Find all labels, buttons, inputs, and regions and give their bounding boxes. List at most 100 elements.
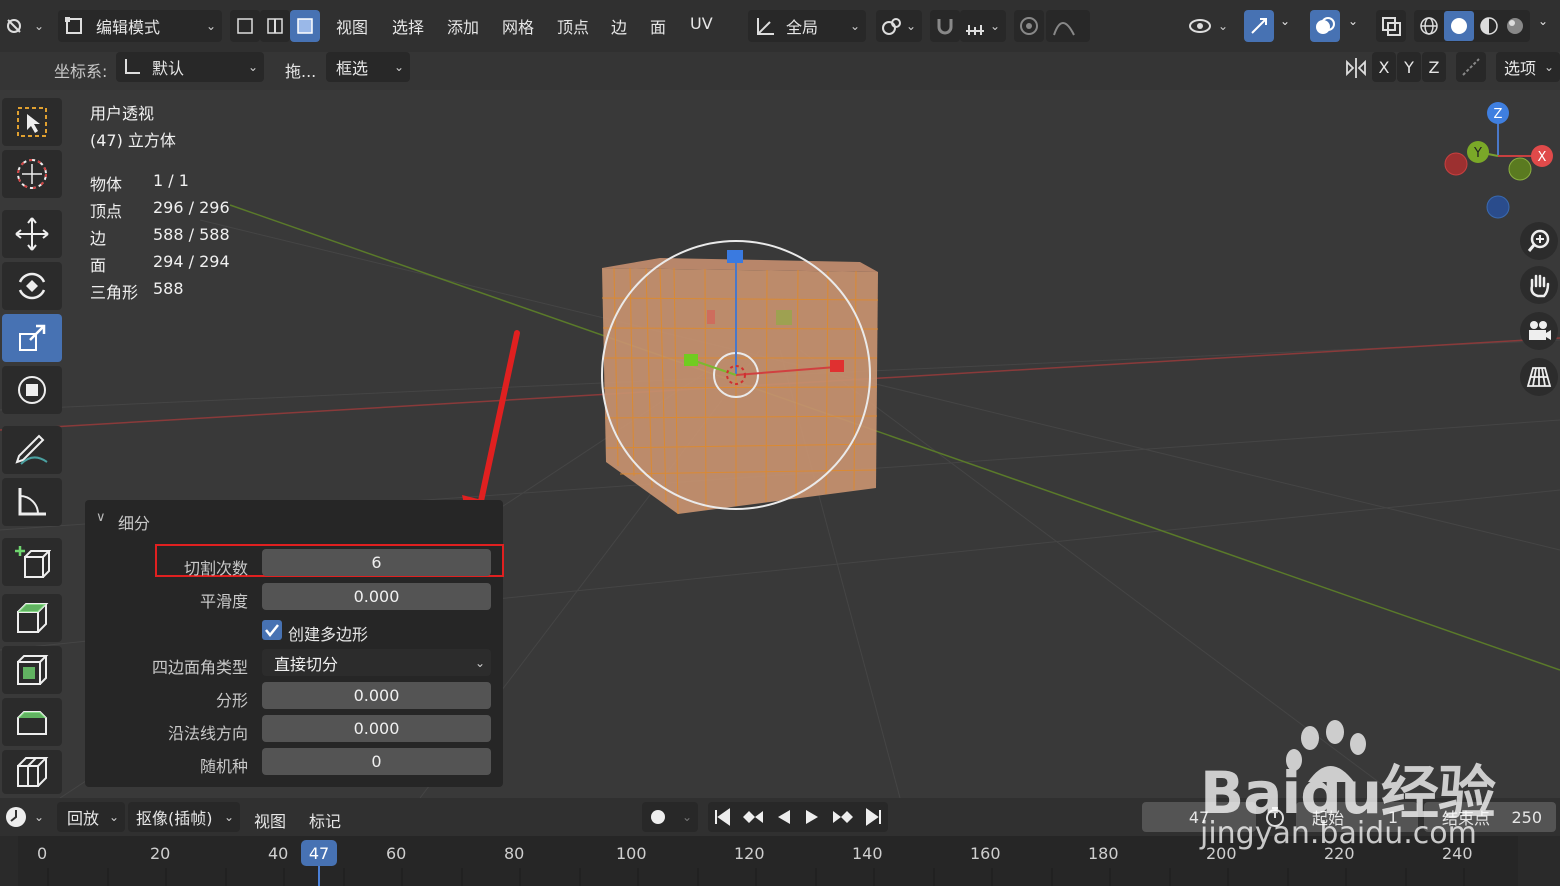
mesh-edit-icon	[65, 17, 82, 34]
auto-keying-toggle[interactable]: ⌄	[642, 802, 698, 832]
wireframe-shading-icon[interactable]	[1418, 15, 1440, 37]
extrude-tool[interactable]	[2, 594, 62, 642]
shading-chevron-icon[interactable]: ⌄	[1538, 14, 1548, 28]
quad-corner-label: 四边面角类型	[151, 658, 248, 677]
gizmo-neg-y-icon[interactable]	[1508, 157, 1532, 181]
ngon-label[interactable]: 创建多边形	[288, 621, 368, 645]
playhead-marker[interactable]: 47	[301, 840, 337, 866]
menu-select[interactable]: 选择	[392, 14, 424, 38]
inset-tool[interactable]	[2, 646, 62, 694]
menu-add[interactable]: 添加	[447, 14, 479, 38]
timeline-view-menu[interactable]: 视图	[254, 808, 286, 832]
navigation-gizmo[interactable]: Z X Y	[1436, 98, 1560, 223]
jump-end-icon[interactable]	[864, 807, 884, 827]
zoom-button[interactable]	[1520, 222, 1558, 260]
proportional-edit-toggle[interactable]	[1014, 10, 1044, 42]
panel-collapse-icon[interactable]: ∨	[96, 510, 106, 525]
coord-axes-icon	[125, 59, 140, 74]
menu-edge[interactable]: 边	[611, 14, 627, 38]
jump-start-icon[interactable]	[712, 807, 732, 827]
overlay-toggle[interactable]	[1310, 10, 1340, 42]
mirror-z-button[interactable]: Z	[1422, 52, 1446, 82]
overlay-chevron-icon[interactable]: ⌄	[1348, 14, 1358, 28]
seed-field[interactable]: 0	[262, 748, 491, 775]
gizmo-neg-z-icon[interactable]	[1486, 195, 1510, 219]
visibility-dropdown[interactable]: ⌄	[1188, 10, 1234, 42]
smooth-field[interactable]: 0.000	[262, 583, 491, 610]
add-cube-tool[interactable]	[2, 538, 62, 586]
menu-vertex[interactable]: 顶点	[557, 14, 589, 38]
menu-mesh[interactable]: 网格	[502, 14, 534, 38]
perspective-toggle-button[interactable]	[1520, 358, 1558, 396]
face-select-button[interactable]	[290, 10, 320, 42]
menu-view[interactable]: 视图	[336, 14, 368, 38]
pan-button[interactable]	[1520, 266, 1558, 304]
mirror-y-button[interactable]: Y	[1397, 52, 1421, 82]
next-keyframe-icon[interactable]	[831, 807, 855, 827]
menu-uv[interactable]: UV	[690, 14, 713, 33]
ngon-checkbox[interactable]	[262, 620, 282, 640]
checkmark-icon	[265, 624, 279, 638]
measure-tool[interactable]	[2, 478, 62, 526]
cuts-field[interactable]: 6	[262, 549, 491, 576]
timeline-tick: 60	[386, 844, 407, 863]
bevel-tool[interactable]	[2, 698, 62, 746]
vertex-select-button[interactable]	[230, 10, 260, 42]
select-mode-dropdown[interactable]: 框选 ⌄	[326, 52, 410, 82]
coord-dropdown[interactable]: 默认 ⌄	[116, 52, 264, 82]
gizmo-toggle[interactable]	[1244, 10, 1274, 42]
panel-title: 细分	[118, 514, 151, 533]
playhead-line	[318, 866, 320, 886]
mirror-icon[interactable]	[1344, 56, 1368, 80]
extrude-icon	[17, 603, 49, 633]
gizmo-icon	[1251, 18, 1267, 34]
select-box-tool[interactable]	[2, 98, 62, 146]
annotate-tool[interactable]	[2, 426, 62, 474]
timeline-editor-type[interactable]: ⌄	[4, 802, 50, 832]
menu-face[interactable]: 面	[650, 14, 666, 38]
timeline-tick: 160	[970, 844, 1001, 863]
pivot-point-button[interactable]: ⌄	[876, 10, 922, 42]
mode-dropdown[interactable]: 编辑模式 ⌄	[58, 10, 222, 42]
loop-cut-tool[interactable]	[2, 750, 62, 794]
along-normal-field[interactable]: 0.000	[262, 715, 491, 742]
edge-select-button[interactable]	[260, 10, 290, 42]
face-select-icon	[297, 18, 313, 34]
drag-label[interactable]: 拖...	[285, 58, 316, 82]
grid-perspective-icon	[1526, 367, 1552, 387]
editor-type-icon	[7, 19, 21, 33]
rotate-tool[interactable]	[2, 262, 62, 310]
quad-corner-value: 直接切分	[274, 654, 339, 674]
timeline-marker-menu[interactable]: 标记	[309, 808, 341, 832]
uv-sync-button[interactable]	[1456, 52, 1486, 82]
keying-dropdown[interactable]: 抠像(插帧) ⌄	[128, 802, 240, 832]
camera-view-button[interactable]	[1520, 312, 1558, 350]
quad-corner-dropdown[interactable]: 直接切分 ⌄	[262, 649, 491, 676]
snap-target-dropdown[interactable]: ⌄	[960, 10, 1006, 42]
playback-dropdown[interactable]: 回放 ⌄	[57, 802, 125, 832]
scale-tool[interactable]	[2, 314, 62, 362]
record-icon	[651, 810, 665, 824]
mirror-x-button[interactable]: X	[1372, 52, 1396, 82]
transform-tool[interactable]	[2, 366, 62, 414]
play-icon[interactable]	[802, 807, 822, 827]
material-shading-icon[interactable]	[1478, 15, 1500, 37]
gizmo-chevron-icon[interactable]: ⌄	[1280, 14, 1290, 28]
cursor-tool[interactable]	[2, 150, 62, 198]
cube-mesh[interactable]	[560, 230, 900, 530]
solid-shading-button[interactable]	[1444, 11, 1474, 41]
rendered-shading-icon[interactable]	[1504, 15, 1526, 37]
play-reverse-icon[interactable]	[774, 807, 794, 827]
loop-cut-icon	[17, 757, 49, 787]
move-tool[interactable]	[2, 210, 62, 258]
gizmo-neg-x-icon[interactable]	[1444, 152, 1468, 176]
editor-type-button[interactable]: ⌄	[4, 10, 50, 42]
options-dropdown[interactable]: 选项 ⌄	[1496, 52, 1560, 82]
prev-keyframe-icon[interactable]	[741, 807, 765, 827]
falloff-dropdown[interactable]	[1046, 10, 1090, 42]
xray-icon	[1382, 17, 1401, 36]
fractal-field[interactable]: 0.000	[262, 682, 491, 709]
xray-toggle[interactable]	[1376, 10, 1406, 42]
transform-orientation-dropdown[interactable]: 全局 ⌄	[748, 10, 866, 42]
snap-toggle[interactable]	[930, 10, 960, 42]
